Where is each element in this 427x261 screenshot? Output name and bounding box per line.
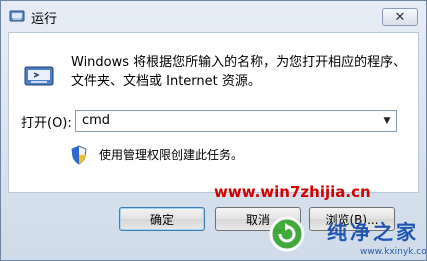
- title-bar[interactable]: 运行 ✕: [1, 1, 426, 31]
- dialog-content: Windows 将根据您所输入的名称，为您打开相应的程序、 文件夹、文档或 In…: [8, 32, 419, 193]
- open-combobox[interactable]: cmd ▼: [75, 110, 397, 132]
- window-title: 运行: [31, 12, 58, 27]
- run-icon: [9, 10, 25, 22]
- watermark-url: www.win7zhijia.cn: [214, 183, 371, 201]
- close-button[interactable]: ✕: [382, 8, 418, 26]
- run-program-icon: [24, 66, 54, 86]
- description-text: Windows 将根据您所输入的名称，为您打开相应的程序、 文件夹、文档或 In…: [71, 55, 407, 89]
- ok-button[interactable]: 确定: [119, 207, 205, 231]
- watermark-brand: 纯净之家: [327, 220, 419, 244]
- close-icon: ✕: [394, 9, 406, 25]
- open-input[interactable]: cmd: [82, 113, 110, 128]
- open-label: 打开(O):: [21, 116, 72, 131]
- admin-notice: 使用管理权限创建此任务。: [99, 148, 244, 162]
- watermark-site: www.kxinyk.com: [360, 247, 427, 257]
- chevron-down-icon[interactable]: ▼: [378, 111, 396, 131]
- uac-shield-icon: [71, 145, 87, 165]
